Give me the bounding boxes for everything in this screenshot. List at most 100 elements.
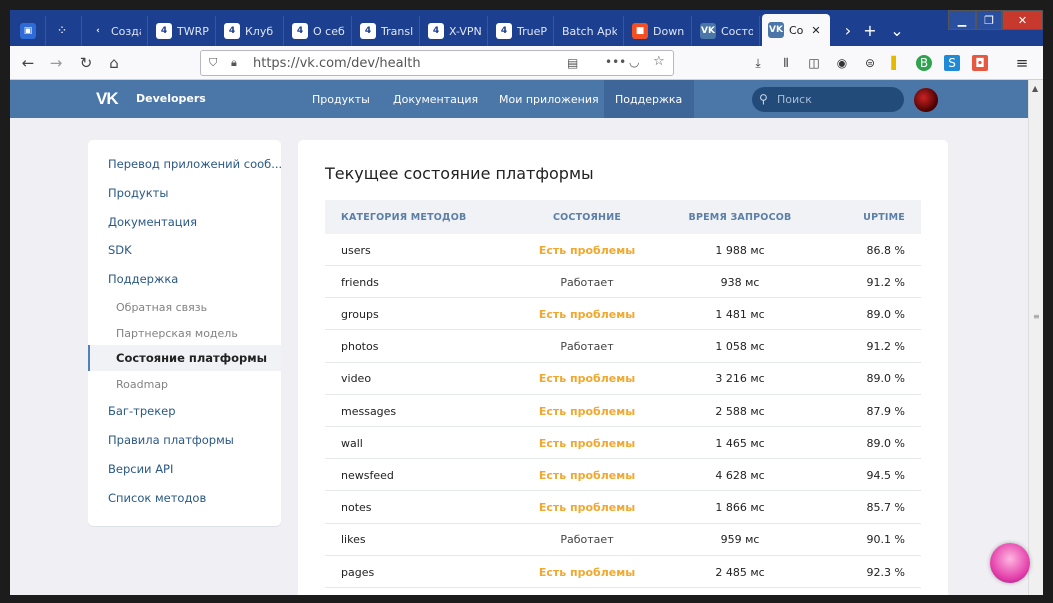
tracking-shield-icon[interactable]: ⛉ — [209, 56, 217, 70]
sidenav-item[interactable]: Документация — [88, 209, 281, 235]
method-cell: newsfeed — [341, 468, 394, 482]
tab-strip: ▣⁘‹Созда4TWRP4Клуб4О себе4Transl4X-VPN4T… — [10, 10, 1043, 46]
maximize-button[interactable]: ❐ — [976, 10, 1002, 30]
table-row: friends Работает 938 мс 91.2 % — [325, 266, 921, 299]
platform-status-card: Текущее состояние платформы КАТЕГОРИЯ МЕ… — [298, 140, 948, 595]
column-header-status: СОСТОЯНИЕ — [552, 211, 622, 223]
browser-tab-0[interactable]: ▣ — [14, 16, 46, 46]
browser-tab-5[interactable]: 4 О себе — [286, 16, 352, 46]
sidenav-item[interactable]: Партнерская модель — [88, 320, 281, 346]
browser-tab-2[interactable]: ‹ Созда — [84, 16, 148, 46]
scroll-up-icon[interactable]: ▲ — [1032, 84, 1038, 93]
method-cell: messages — [341, 404, 397, 418]
library-icon[interactable]: ⫴ — [778, 55, 794, 71]
sidenav-item[interactable]: Перевод приложений сооб... — [88, 151, 281, 177]
extension-green-icon[interactable]: B — [916, 55, 932, 71]
menu-item-products[interactable]: Продукты — [301, 80, 381, 118]
browser-tab-10[interactable]: ■ Down — [626, 16, 692, 46]
status-cell: Есть проблемы — [538, 501, 636, 515]
floating-avatar-bubble[interactable] — [990, 543, 1030, 583]
sidenav-item[interactable]: Обратная связь — [88, 294, 281, 320]
forward-icon[interactable]: → — [44, 51, 68, 75]
browser-tab-12[interactable]: VK Со ✕ — [762, 14, 830, 46]
sidenav-item[interactable]: Правила платформы — [88, 427, 281, 453]
avatar[interactable] — [914, 88, 938, 112]
reload-icon[interactable]: ↻ — [74, 51, 98, 75]
search-input[interactable]: ⚲ Поиск — [752, 87, 904, 112]
tab-title: Transl — [381, 24, 413, 38]
browser-tab-11[interactable]: VK Состо — [694, 16, 760, 46]
table-row: notes Есть проблемы 1 866 мс 85.7 % — [325, 492, 921, 524]
close-window-button[interactable]: ✕ — [1002, 10, 1043, 30]
menu-item-support[interactable]: Поддержка — [604, 80, 694, 118]
uptime-cell: 89.0 % — [866, 372, 905, 386]
tab-list-icon[interactable]: ⌄ — [885, 18, 909, 42]
browser-tab-1[interactable]: ⁘ — [48, 16, 82, 46]
response-time-cell: 1 866 мс — [715, 501, 765, 515]
sidenav-item[interactable]: Roadmap — [88, 371, 281, 397]
uptime-cell: 89.0 % — [866, 307, 905, 321]
browser-tab-7[interactable]: 4 X-VPN — [422, 16, 488, 46]
tab-title: Созда — [111, 24, 141, 38]
tab-scroll-right-icon[interactable]: › — [836, 18, 860, 42]
browser-tab-3[interactable]: 4 TWRP — [150, 16, 216, 46]
pocket-icon[interactable]: ◡ — [629, 55, 639, 69]
sidenav-item[interactable]: Поддержка — [88, 266, 281, 292]
downloads-icon[interactable]: ⤓ — [750, 55, 766, 71]
tab-favicon-icon: 4 — [292, 23, 308, 39]
sidenav-item[interactable]: Баг-трекер — [88, 398, 281, 424]
menu-item-my-apps[interactable]: Мои приложения — [488, 80, 610, 118]
extension-yellow-icon[interactable]: ▌ — [888, 55, 904, 71]
browser-tab-9[interactable]: Batch Apk — [556, 16, 624, 46]
extension-red-icon[interactable]: ◘ — [972, 55, 988, 71]
tab-favicon-icon: ‹ — [90, 23, 106, 39]
bookmark-star-icon[interactable]: ☆ — [653, 54, 665, 69]
address-bar[interactable]: ⛉ 🔒︎ https://vk.com/dev/health ▤ ••• ◡ ☆ — [200, 50, 674, 76]
sidenav-item[interactable]: SDK — [88, 237, 281, 263]
tab-favicon-icon: ⁘ — [54, 23, 70, 39]
lock-icon[interactable]: 🔒︎ — [231, 56, 237, 70]
sidenav-item[interactable]: Список методов — [88, 485, 281, 511]
status-cell: Есть проблемы — [538, 404, 636, 418]
status-cell: Работает — [560, 275, 614, 289]
browser-tab-8[interactable]: 4 TrueP — [490, 16, 554, 46]
uptime-cell: 89.0 % — [866, 436, 905, 450]
response-time-cell: 1 465 мс — [715, 436, 765, 450]
close-tab-icon[interactable]: ✕ — [811, 24, 820, 37]
reader-view-icon[interactable]: ▤ — [567, 56, 578, 70]
status-cell: Работает — [560, 340, 614, 354]
method-cell: users — [341, 243, 371, 257]
new-tab-button[interactable]: + — [858, 18, 882, 42]
page-scrollbar[interactable]: ▲ ≡ — [1028, 80, 1043, 595]
table-row: groups Есть проблемы 1 481 мс 89.0 % — [325, 298, 921, 331]
sidenav-item[interactable]: Версии API — [88, 456, 281, 482]
table-row: messages Есть проблемы 2 588 мс 87.9 % — [325, 395, 921, 427]
hamburger-menu-icon[interactable]: ≡ — [1014, 54, 1030, 72]
brand-label[interactable]: Developers — [136, 92, 206, 105]
browser-tab-4[interactable]: 4 Клуб — [218, 16, 284, 46]
status-cell: Есть проблемы — [538, 436, 636, 450]
extension-dark-icon[interactable]: ⊜ — [862, 55, 878, 71]
browser-tab-6[interactable]: 4 Transl — [354, 16, 420, 46]
tab-favicon-icon: ■ — [632, 23, 648, 39]
minimize-button[interactable]: ▁ — [948, 10, 976, 30]
side-navigation: Перевод приложений сооб... Продукты Докуме… — [88, 140, 281, 526]
page-actions-icon[interactable]: ••• — [605, 55, 626, 69]
menu-item-docs[interactable]: Документация — [382, 80, 489, 118]
table-row: newsfeed Есть проблемы 4 628 мс 94.5 % — [325, 459, 921, 492]
sidenav-item[interactable]: Состояние платформы — [88, 345, 281, 371]
back-icon[interactable]: ← — [16, 51, 40, 75]
extension-blue-icon[interactable]: S — [944, 55, 960, 71]
method-cell: friends — [341, 275, 379, 289]
vk-header: VK Developers Продукты Документация Мои … — [10, 80, 1028, 118]
account-icon[interactable]: ◉ — [834, 55, 850, 71]
tab-favicon-icon: 4 — [360, 23, 376, 39]
vk-logo[interactable]: VK — [96, 89, 128, 109]
home-icon[interactable]: ⌂ — [102, 51, 126, 75]
scroll-grip-icon[interactable]: ≡ — [1033, 312, 1040, 321]
tab-favicon-icon: 4 — [428, 23, 444, 39]
sidenav-item[interactable]: Продукты — [88, 180, 281, 206]
tab-title: Состо — [721, 24, 753, 38]
sidebar-icon[interactable]: ◫ — [806, 55, 822, 71]
tab-title: Batch Apk — [562, 24, 617, 38]
